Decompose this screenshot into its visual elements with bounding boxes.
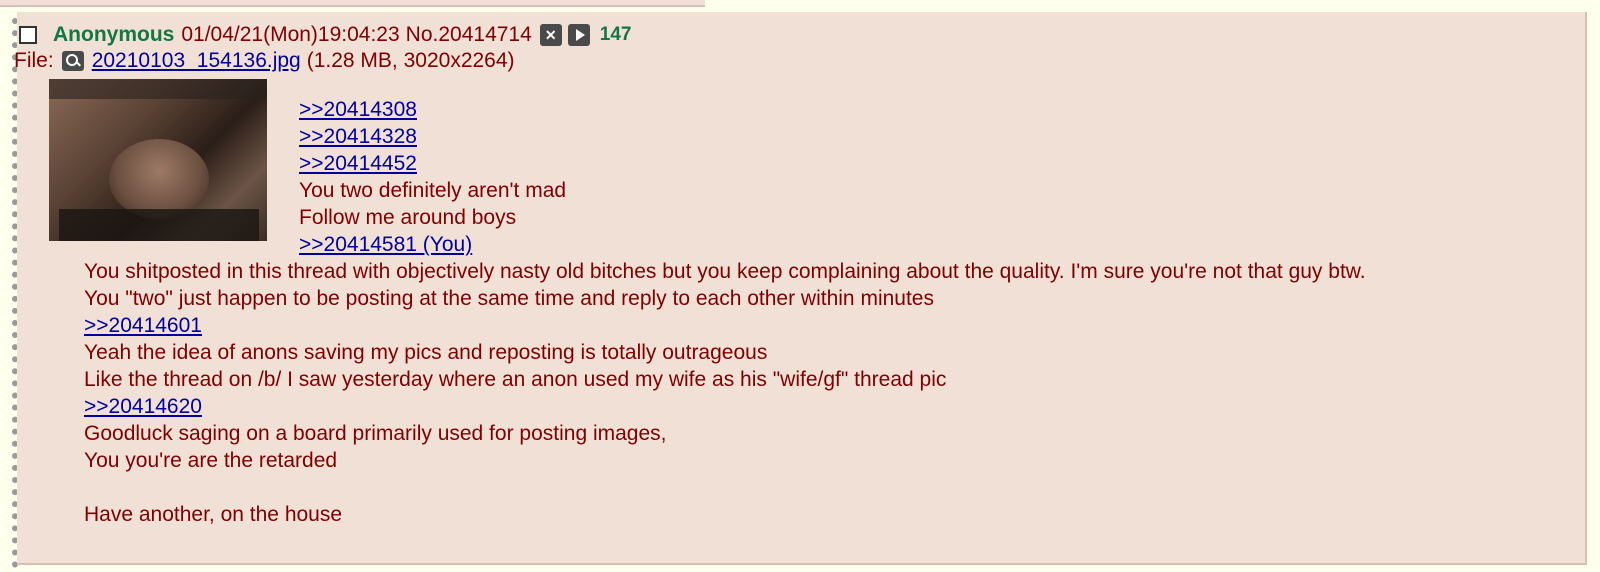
comment-line: Follow me around boys bbox=[299, 206, 517, 229]
comment-line bbox=[84, 474, 1366, 501]
quote-link[interactable]: >>20414620 bbox=[84, 393, 1366, 420]
search-icon[interactable] bbox=[61, 51, 84, 71]
post-select-checkbox[interactable] bbox=[19, 26, 37, 44]
comment-line: Goodluck saging on a board primarily use… bbox=[84, 422, 667, 445]
comment-line: You "two" just happen to be posting at t… bbox=[84, 287, 934, 310]
quote-block: >>20414308 >>20414328 >>20414452 You two de… bbox=[299, 96, 566, 258]
poster-name: Anonymous bbox=[53, 23, 175, 46]
close-icon[interactable]: ✕ bbox=[539, 24, 562, 46]
comment-line: Like the thread on /b/ I saw yesterday w… bbox=[84, 368, 947, 391]
quote-link[interactable]: >>20414601 bbox=[84, 312, 1366, 339]
quote-link[interactable]: >>20414308 bbox=[299, 96, 566, 123]
comment-line: Have another, on the house bbox=[84, 503, 343, 526]
post-comment: You shitposted in this thread with objec… bbox=[84, 258, 1366, 528]
comment-line: You you're are the retarded bbox=[84, 449, 338, 472]
post-info: Anonymous 01/04/21(Mon)19:04:23 No.20414… bbox=[19, 20, 632, 50]
comment-line: You two definitely aren't mad bbox=[299, 179, 567, 202]
post-thumbnail-image[interactable] bbox=[49, 79, 267, 241]
file-info: File: 20210103_154136.jpg (1.28 MB, 3020… bbox=[14, 48, 515, 74]
comment-line: You shitposted in this thread with objec… bbox=[84, 260, 1366, 283]
post-number-link[interactable]: No.20414714 bbox=[406, 23, 532, 47]
file-name-link[interactable]: 20210103_154136.jpg bbox=[92, 49, 301, 73]
previous-post-edge bbox=[0, 0, 705, 7]
post-datetime: 01/04/21(Mon)19:04:23 bbox=[181, 23, 400, 46]
quote-link[interactable]: >>20414581 (You) bbox=[299, 231, 566, 258]
comment-line: Yeah the idea of anons saving my pics an… bbox=[84, 341, 768, 364]
reply-count: 147 bbox=[599, 24, 632, 45]
play-icon[interactable] bbox=[567, 24, 590, 46]
quote-link[interactable]: >>20414452 bbox=[299, 150, 566, 177]
quote-link[interactable]: >>20414328 bbox=[299, 123, 566, 150]
reply-post: Anonymous 01/04/21(Mon)19:04:23 No.20414… bbox=[14, 12, 1587, 565]
file-label: File: bbox=[14, 49, 54, 72]
file-meta: (1.28 MB, 3020x2264) bbox=[306, 49, 515, 72]
